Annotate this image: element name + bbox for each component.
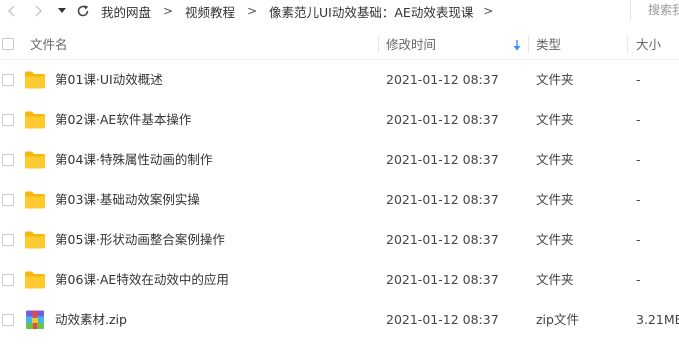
file-size: -	[636, 112, 641, 127]
breadcrumb-item-current-folder[interactable]: 像素范儿UI动效基础：AE动效表现课	[269, 2, 473, 21]
file-name[interactable]: 第04课·特殊属性动画的制作	[55, 140, 212, 180]
file-type: zip文件	[536, 312, 579, 327]
modified-time: 2021-01-12 08:37	[386, 72, 499, 87]
file-type: 文件夹	[536, 152, 574, 167]
column-divider[interactable]	[627, 36, 628, 53]
list-item[interactable]: 第05课·形状动画整合案例操作 2021-01-12 08:37 文件夹 -	[0, 220, 679, 260]
folder-icon	[25, 111, 45, 129]
file-type: 文件夹	[536, 112, 574, 127]
breadcrumb-separator: >	[483, 4, 494, 18]
file-name[interactable]: 第06课·AE特效在动效中的应用	[55, 260, 229, 300]
file-size: -	[636, 272, 641, 287]
chevron-right-icon	[35, 5, 43, 17]
list-item[interactable]: 第03课·基础动效案例实操 2021-01-12 08:37 文件夹 -	[0, 180, 679, 220]
file-size: -	[636, 192, 641, 207]
file-size: -	[636, 72, 641, 87]
file-size: -	[636, 152, 641, 167]
sort-descending-icon[interactable]	[513, 39, 521, 51]
zip-archive-icon	[26, 310, 44, 329]
row-checkbox[interactable]	[2, 234, 14, 246]
breadcrumb-separator: >	[247, 4, 258, 18]
navigation-bar: 我的网盘 > 视频教程 > 像素范儿UI动效基础：AE动效表现课 > 搜索我	[0, 0, 679, 22]
modified-time: 2021-01-12 08:37	[386, 152, 499, 167]
file-type: 文件夹	[536, 272, 574, 287]
refresh-button[interactable]	[74, 0, 92, 22]
row-checkbox[interactable]	[2, 194, 14, 206]
refresh-icon	[77, 5, 89, 17]
column-header-name[interactable]: 文件名	[30, 30, 68, 59]
search-input[interactable]: 搜索我	[630, 0, 679, 21]
modified-time: 2021-01-12 08:37	[386, 192, 499, 207]
modified-time: 2021-01-12 08:37	[386, 312, 499, 327]
breadcrumb-separator: >	[162, 4, 174, 18]
file-type: 文件夹	[536, 72, 574, 87]
file-name[interactable]: 动效素材.zip	[55, 300, 127, 340]
list-item[interactable]: 动效素材.zip 2021-01-12 08:37 zip文件 3.21MB	[0, 300, 679, 340]
file-type: 文件夹	[536, 232, 574, 247]
folder-icon	[25, 151, 45, 169]
file-type: 文件夹	[536, 192, 574, 207]
file-size: 3.21MB	[636, 312, 679, 327]
folder-icon	[25, 191, 45, 209]
row-checkbox[interactable]	[2, 314, 14, 326]
row-checkbox[interactable]	[2, 154, 14, 166]
column-divider[interactable]	[378, 36, 379, 53]
folder-icon	[25, 231, 45, 249]
row-checkbox[interactable]	[2, 274, 14, 286]
column-header-modified[interactable]: 修改时间	[386, 30, 436, 59]
list-item[interactable]: 第04课·特殊属性动画的制作 2021-01-12 08:37 文件夹 -	[0, 140, 679, 180]
modified-time: 2021-01-12 08:37	[386, 232, 499, 247]
breadcrumb-item-video-tutorials[interactable]: 视频教程	[185, 2, 235, 21]
list-item[interactable]: 第01课·UI动效概述 2021-01-12 08:37 文件夹 -	[0, 60, 679, 100]
file-name[interactable]: 第02课·AE软件基本操作	[55, 100, 191, 140]
modified-time: 2021-01-12 08:37	[386, 272, 499, 287]
folder-icon	[25, 71, 45, 89]
select-all-checkbox[interactable]	[2, 38, 14, 50]
file-name[interactable]: 第01课·UI动效概述	[55, 60, 163, 100]
modified-time: 2021-01-12 08:37	[386, 112, 499, 127]
breadcrumb-item-my-drive[interactable]: 我的网盘	[101, 2, 151, 21]
row-checkbox[interactable]	[2, 114, 14, 126]
file-size: -	[636, 232, 641, 247]
list-item[interactable]: 第06课·AE特效在动效中的应用 2021-01-12 08:37 文件夹 -	[0, 260, 679, 300]
history-dropdown-button[interactable]	[55, 0, 69, 22]
file-list-header: 文件名 修改时间 类型 大小	[0, 30, 679, 60]
caret-down-icon	[58, 8, 66, 13]
breadcrumb: 我的网盘 > 视频教程 > 像素范儿UI动效基础：AE动效表现课 >	[101, 0, 503, 22]
file-name[interactable]: 第03课·基础动效案例实操	[55, 180, 200, 220]
folder-icon	[25, 271, 45, 289]
row-checkbox[interactable]	[2, 74, 14, 86]
back-button[interactable]	[4, 0, 20, 22]
forward-button[interactable]	[30, 0, 46, 22]
chevron-left-icon	[7, 5, 15, 17]
column-divider[interactable]	[528, 36, 529, 53]
column-header-type[interactable]: 类型	[536, 30, 561, 59]
column-header-size[interactable]: 大小	[636, 30, 661, 59]
list-item[interactable]: 第02课·AE软件基本操作 2021-01-12 08:37 文件夹 -	[0, 100, 679, 140]
file-name[interactable]: 第05课·形状动画整合案例操作	[55, 220, 225, 260]
